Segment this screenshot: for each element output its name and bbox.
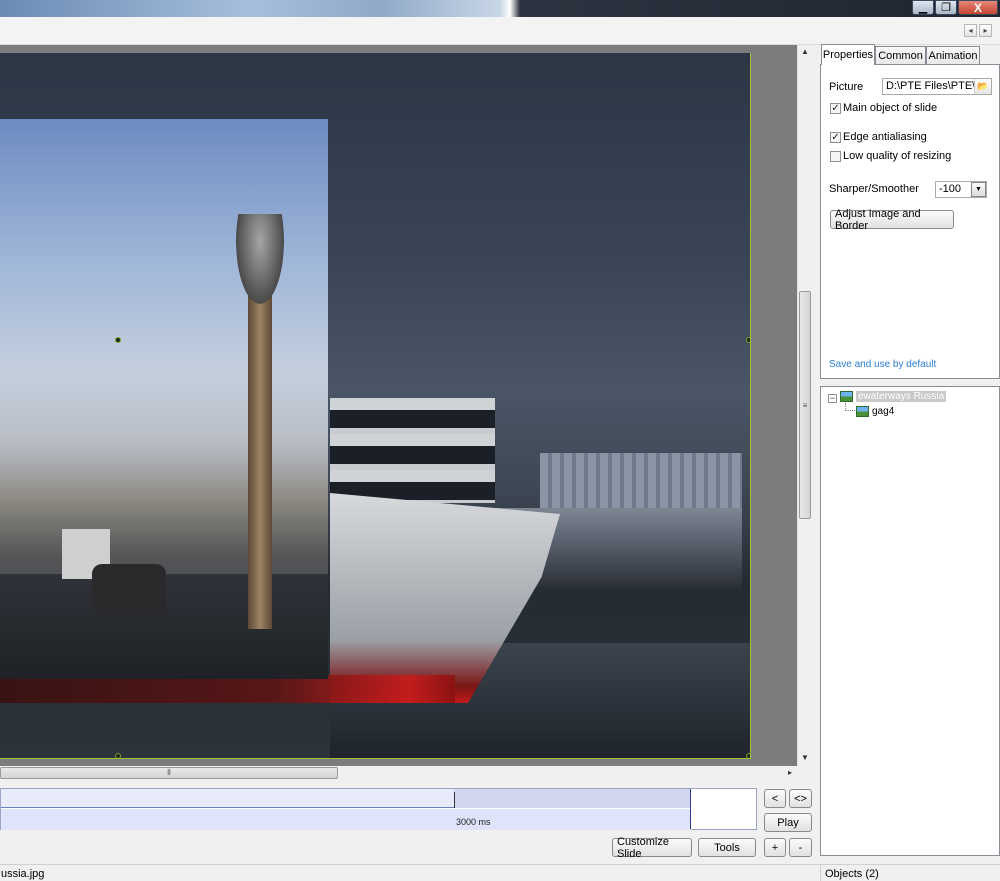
- edge-antialiasing-checkbox[interactable]: ✓: [830, 132, 841, 143]
- close-button[interactable]: X: [958, 0, 998, 15]
- timeline-end-line: [690, 789, 691, 829]
- low-quality-checkbox[interactable]: [830, 151, 841, 162]
- slide-preview[interactable]: [0, 53, 751, 759]
- save-default-link[interactable]: Save and use by default: [829, 359, 936, 370]
- picture-icon: [856, 406, 869, 417]
- selected-picture-object[interactable]: [0, 119, 328, 679]
- resize-handle-right[interactable]: [746, 337, 750, 343]
- timeline-expand-button[interactable]: <>: [789, 789, 812, 808]
- picture-icon: [840, 391, 853, 402]
- adjust-image-border-button[interactable]: Adjust Image and Border: [830, 208, 954, 232]
- timeline-marker[interactable]: [454, 792, 455, 808]
- sharper-smoother-label: Sharper/Smoother: [829, 183, 919, 195]
- arrow-left-icon: ◂: [968, 26, 973, 35]
- picture-label: Picture: [829, 81, 864, 93]
- background-building: [540, 453, 742, 513]
- tree-item-root[interactable]: ewaterways Russia: [856, 391, 947, 402]
- grip-icon: ≡: [802, 400, 808, 410]
- main-object-checkbox[interactable]: ✓: [830, 103, 841, 114]
- horizontal-scroll-thumb[interactable]: ⦀: [0, 767, 338, 779]
- vertical-scrollbar[interactable]: ▲ ≡ ▼: [797, 45, 812, 766]
- chevron-down-icon[interactable]: ▼: [971, 182, 986, 197]
- window-controls: ▁ ❐ X: [912, 0, 998, 15]
- scroll-right-icon[interactable]: ▸: [788, 768, 792, 777]
- resize-handle-center[interactable]: [115, 337, 121, 343]
- grip-icon: ⦀: [167, 768, 171, 777]
- close-icon: X: [973, 0, 982, 15]
- minimize-button[interactable]: ▁: [912, 0, 934, 15]
- timeline[interactable]: 3000 ms: [0, 788, 757, 830]
- tab-properties[interactable]: Properties: [821, 44, 875, 65]
- horizontal-scrollbar[interactable]: ⦀ ▸: [0, 766, 812, 781]
- tab-common[interactable]: Common: [875, 46, 926, 65]
- play-button[interactable]: Play: [764, 813, 812, 832]
- edge-antialiasing-label: Edge antialiasing: [843, 131, 927, 143]
- background-ship-deck: [330, 398, 495, 503]
- status-file-name: ussia.jpg: [1, 868, 45, 880]
- add-button[interactable]: +: [764, 838, 786, 857]
- collapse-toggle-icon[interactable]: −: [828, 394, 837, 403]
- customize-slide-button[interactable]: Customize Slide: [612, 836, 692, 860]
- window-title-bar: ▁ ❐ X: [0, 0, 1000, 17]
- resize-handle-bottom[interactable]: [115, 753, 121, 758]
- resize-handle-bottom-right[interactable]: [746, 753, 750, 758]
- photo-car: [92, 564, 166, 614]
- tools-button[interactable]: Tools: [698, 838, 756, 857]
- tree-item-child[interactable]: gag4: [872, 406, 894, 417]
- ship-hull-edge: [0, 675, 455, 703]
- top-toolbar-strip: [0, 17, 1000, 45]
- status-bar: ussia.jpg Objects (2): [0, 864, 1000, 881]
- maximize-button[interactable]: ❐: [935, 0, 957, 15]
- arrow-right-icon: ▸: [983, 26, 988, 35]
- properties-panel: Picture D:\PTE Files\PTE\wc 📂 ✓ Main obj…: [820, 64, 1000, 379]
- scroll-down-icon[interactable]: ▼: [801, 753, 809, 762]
- tab-animation[interactable]: Animation: [926, 46, 980, 65]
- scroll-up-icon[interactable]: ▲: [801, 47, 809, 56]
- nav-right-button[interactable]: ▸: [979, 24, 992, 37]
- vertical-scroll-thumb[interactable]: ≡: [799, 291, 811, 519]
- nav-left-button[interactable]: ◂: [964, 24, 977, 37]
- timeline-duration-label: 3000 ms: [456, 817, 491, 827]
- objects-tree-panel: − ewaterways Russia gag4: [820, 386, 1000, 856]
- folder-icon: 📂: [977, 81, 989, 91]
- timeline-track-2[interactable]: [1, 809, 691, 830]
- photo-statue: [236, 214, 284, 304]
- tree-connector: [845, 403, 855, 411]
- remove-button[interactable]: -: [789, 838, 812, 857]
- maximize-icon: ❐: [941, 2, 951, 14]
- slide-canvas-area[interactable]: [0, 45, 797, 766]
- low-quality-label: Low quality of resizing: [843, 150, 952, 162]
- status-objects-count: Objects (2): [820, 865, 1000, 881]
- timeline-selection[interactable]: [454, 789, 691, 808]
- minimize-icon: ▁: [918, 2, 928, 14]
- main-object-label: Main object of slide: [843, 102, 938, 114]
- timeline-prev-button[interactable]: <: [764, 789, 786, 808]
- browse-folder-button[interactable]: 📂: [974, 79, 991, 94]
